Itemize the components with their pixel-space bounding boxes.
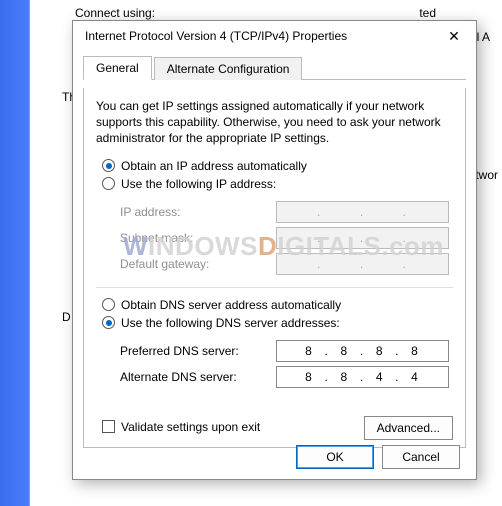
ok-button-label: OK	[326, 450, 343, 464]
tabpage-general: You can get IP settings assigned automat…	[83, 88, 466, 448]
radio-ip-manual-label[interactable]: Use the following IP address:	[121, 177, 276, 191]
checkbox-validate-label[interactable]: Validate settings upon exit	[121, 420, 260, 434]
validate-row: Validate settings upon exit	[96, 420, 260, 434]
dns-fields-group: Preferred DNS server: Alternate DNS serv…	[96, 334, 453, 400]
input-preferred-dns[interactable]	[276, 340, 449, 362]
bg-label-d: D	[62, 310, 71, 324]
dialog-client-area: General Alternate Configuration You can …	[73, 51, 476, 458]
cancel-button-label: Cancel	[402, 450, 439, 464]
label-ip-address: IP address:	[120, 205, 276, 219]
close-button[interactable]: ✕	[440, 25, 468, 47]
tab-alternate-label: Alternate Configuration	[167, 62, 290, 76]
label-preferred-dns: Preferred DNS server:	[120, 344, 276, 358]
radio-row-dns-manual: Use the following DNS server addresses:	[96, 316, 453, 330]
bg-snip-1: ted	[419, 6, 436, 20]
checkbox-validate-on-exit[interactable]	[102, 420, 115, 433]
ip-fields-group: IP address: Subnet mask: Default gateway…	[96, 195, 453, 288]
radio-ip-manual[interactable]	[102, 177, 115, 190]
row-ip-address: IP address:	[120, 201, 449, 223]
advanced-button-label: Advanced...	[377, 421, 440, 435]
radio-dns-auto[interactable]	[102, 298, 115, 311]
radio-ip-auto-label[interactable]: Obtain an IP address automatically	[121, 159, 307, 173]
radio-row-ip-manual: Use the following IP address:	[96, 177, 453, 191]
row-subnet-mask: Subnet mask:	[120, 227, 449, 249]
bg-snip-3: twor	[475, 168, 498, 182]
radio-dns-manual[interactable]	[102, 316, 115, 329]
label-alternate-dns: Alternate DNS server:	[120, 370, 276, 384]
label-default-gateway: Default gateway:	[120, 257, 276, 271]
radio-dns-auto-label[interactable]: Obtain DNS server address automatically	[121, 298, 341, 312]
advanced-button[interactable]: Advanced...	[364, 416, 453, 440]
description-text: You can get IP settings assigned automat…	[96, 98, 453, 147]
label-subnet-mask: Subnet mask:	[120, 231, 276, 245]
tab-general-label: General	[96, 61, 139, 75]
tabstrip: General Alternate Configuration	[83, 55, 466, 80]
radio-row-ip-auto: Obtain an IP address automatically	[96, 159, 453, 173]
cancel-button[interactable]: Cancel	[382, 445, 460, 469]
row-preferred-dns: Preferred DNS server:	[120, 340, 449, 362]
input-ip-address	[276, 201, 449, 223]
radio-ip-auto[interactable]	[102, 159, 115, 172]
win11-taskbar-fragment	[0, 0, 30, 506]
row-default-gateway: Default gateway:	[120, 253, 449, 275]
input-subnet-mask	[276, 227, 449, 249]
input-default-gateway	[276, 253, 449, 275]
ipv4-properties-dialog: Internet Protocol Version 4 (TCP/IPv4) P…	[72, 20, 477, 480]
radio-dns-manual-label[interactable]: Use the following DNS server addresses:	[121, 316, 340, 330]
tab-alternate-configuration[interactable]: Alternate Configuration	[154, 57, 303, 80]
row-alternate-dns: Alternate DNS server:	[120, 366, 449, 388]
dialog-footer: OK Cancel	[296, 439, 470, 469]
bg-label-connect-using: Connect using:	[75, 6, 155, 20]
close-icon: ✕	[448, 29, 460, 43]
tab-general[interactable]: General	[83, 56, 152, 80]
dialog-title: Internet Protocol Version 4 (TCP/IPv4) P…	[85, 29, 440, 43]
input-alternate-dns[interactable]	[276, 366, 449, 388]
radio-row-dns-auto: Obtain DNS server address automatically	[96, 298, 453, 312]
dialog-titlebar: Internet Protocol Version 4 (TCP/IPv4) P…	[73, 21, 476, 51]
ok-button[interactable]: OK	[296, 445, 374, 469]
